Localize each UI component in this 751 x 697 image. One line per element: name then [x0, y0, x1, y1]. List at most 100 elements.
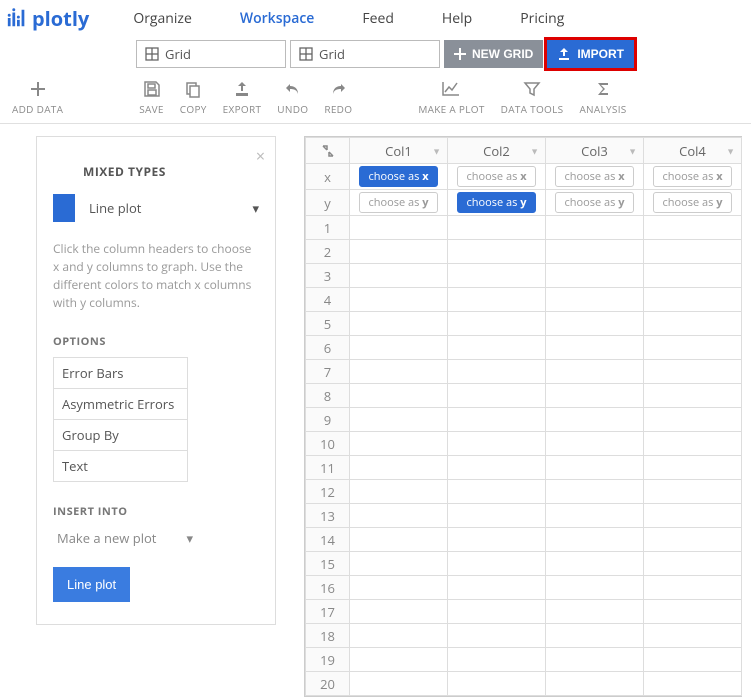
row-header[interactable]: 17	[306, 600, 350, 624]
grid-cell[interactable]	[644, 672, 742, 696]
grid-cell[interactable]	[644, 552, 742, 576]
grid-cell[interactable]	[448, 216, 546, 240]
grid-cell[interactable]	[350, 600, 448, 624]
col-header[interactable]: Col2▼	[448, 138, 546, 164]
grid-cell[interactable]	[448, 312, 546, 336]
choose-x-cell[interactable]: choose as x	[350, 164, 448, 190]
choose-x-cell[interactable]: choose as x	[448, 164, 546, 190]
grid-cell[interactable]	[644, 600, 742, 624]
grid-cell[interactable]	[350, 576, 448, 600]
grid-cell[interactable]	[448, 264, 546, 288]
grid-cell[interactable]	[546, 672, 644, 696]
nav-feed[interactable]: Feed	[362, 9, 394, 28]
grid-cell[interactable]	[448, 600, 546, 624]
grid-cell[interactable]	[350, 432, 448, 456]
grid-cell[interactable]	[546, 456, 644, 480]
row-header[interactable]: 8	[306, 384, 350, 408]
grid-cell[interactable]	[350, 648, 448, 672]
grid-cell[interactable]	[350, 384, 448, 408]
grid-cell[interactable]	[546, 264, 644, 288]
row-header[interactable]: 1	[306, 216, 350, 240]
row-header[interactable]: 18	[306, 624, 350, 648]
grid-corner[interactable]	[306, 138, 350, 164]
tool-undo[interactable]: UNDO	[269, 78, 316, 116]
row-header[interactable]: 13	[306, 504, 350, 528]
row-header[interactable]: 19	[306, 648, 350, 672]
grid-cell[interactable]	[644, 432, 742, 456]
grid-cell[interactable]	[448, 240, 546, 264]
grid-cell[interactable]	[350, 408, 448, 432]
option-asymmetric-errors[interactable]: Asymmetric Errors	[54, 389, 187, 420]
new-grid-button[interactable]: NEW GRID	[444, 40, 543, 68]
nav-pricing[interactable]: Pricing	[520, 9, 564, 28]
tool-analysis[interactable]: ANALYSIS	[571, 78, 634, 116]
grid-cell[interactable]	[350, 240, 448, 264]
grid-cell[interactable]	[448, 408, 546, 432]
grid-cell[interactable]	[350, 264, 448, 288]
grid-cell[interactable]	[448, 432, 546, 456]
grid-cell[interactable]	[644, 360, 742, 384]
grid-cell[interactable]	[546, 336, 644, 360]
grid-cell[interactable]	[644, 480, 742, 504]
grid-cell[interactable]	[350, 312, 448, 336]
tab-grid-1[interactable]: Grid	[136, 40, 286, 68]
grid-cell[interactable]	[350, 672, 448, 696]
col-header[interactable]: Col4▼	[644, 138, 742, 164]
row-header[interactable]: 20	[306, 672, 350, 696]
option-error-bars[interactable]: Error Bars	[54, 358, 187, 389]
grid-cell[interactable]	[448, 480, 546, 504]
tool-make-plot[interactable]: MAKE A PLOT	[410, 78, 492, 116]
grid-cell[interactable]	[448, 648, 546, 672]
grid-cell[interactable]	[546, 552, 644, 576]
grid-cell[interactable]	[448, 384, 546, 408]
tool-export[interactable]: EXPORT	[215, 78, 270, 116]
tab-grid-2[interactable]: Grid	[290, 40, 440, 68]
row-header[interactable]: 9	[306, 408, 350, 432]
grid-cell[interactable]	[448, 624, 546, 648]
plot-type-select[interactable]: Line plot ▾	[53, 194, 259, 222]
grid-cell[interactable]	[350, 288, 448, 312]
row-header[interactable]: 15	[306, 552, 350, 576]
grid-cell[interactable]	[350, 480, 448, 504]
row-header[interactable]: 4	[306, 288, 350, 312]
row-header[interactable]: 10	[306, 432, 350, 456]
tool-redo[interactable]: REDO	[316, 78, 360, 116]
grid-cell[interactable]	[644, 408, 742, 432]
nav-organize[interactable]: Organize	[133, 9, 192, 28]
nav-help[interactable]: Help	[442, 9, 472, 28]
import-button[interactable]: IMPORT	[547, 40, 634, 68]
tool-copy[interactable]: COPY	[172, 78, 215, 116]
close-icon[interactable]: ×	[256, 145, 265, 167]
grid-cell[interactable]	[546, 480, 644, 504]
grid-cell[interactable]	[644, 456, 742, 480]
plotly-logo[interactable]: plotly	[6, 5, 93, 32]
row-header[interactable]: 5	[306, 312, 350, 336]
grid-cell[interactable]	[448, 504, 546, 528]
grid-cell[interactable]	[350, 360, 448, 384]
grid-cell[interactable]	[546, 432, 644, 456]
grid-cell[interactable]	[546, 384, 644, 408]
option-text[interactable]: Text	[54, 451, 187, 481]
grid-cell[interactable]	[644, 240, 742, 264]
grid-cell[interactable]	[448, 672, 546, 696]
grid-cell[interactable]	[448, 576, 546, 600]
grid-cell[interactable]	[350, 624, 448, 648]
nav-workspace[interactable]: Workspace	[240, 9, 315, 28]
grid-cell[interactable]	[546, 600, 644, 624]
grid-cell[interactable]	[350, 528, 448, 552]
option-group-by[interactable]: Group By	[54, 420, 187, 451]
grid-cell[interactable]	[644, 504, 742, 528]
grid-cell[interactable]	[350, 336, 448, 360]
grid-cell[interactable]	[546, 360, 644, 384]
grid-cell[interactable]	[546, 504, 644, 528]
col-header[interactable]: Col3▼	[546, 138, 644, 164]
grid-cell[interactable]	[546, 576, 644, 600]
insert-into-select[interactable]: Make a new plot ▾	[57, 529, 259, 547]
grid-cell[interactable]	[546, 648, 644, 672]
col-header[interactable]: Col1▼	[350, 138, 448, 164]
choose-y-cell[interactable]: choose as y	[448, 190, 546, 216]
grid-cell[interactable]	[644, 528, 742, 552]
row-header[interactable]: 14	[306, 528, 350, 552]
grid-cell[interactable]	[546, 408, 644, 432]
row-header[interactable]: 7	[306, 360, 350, 384]
